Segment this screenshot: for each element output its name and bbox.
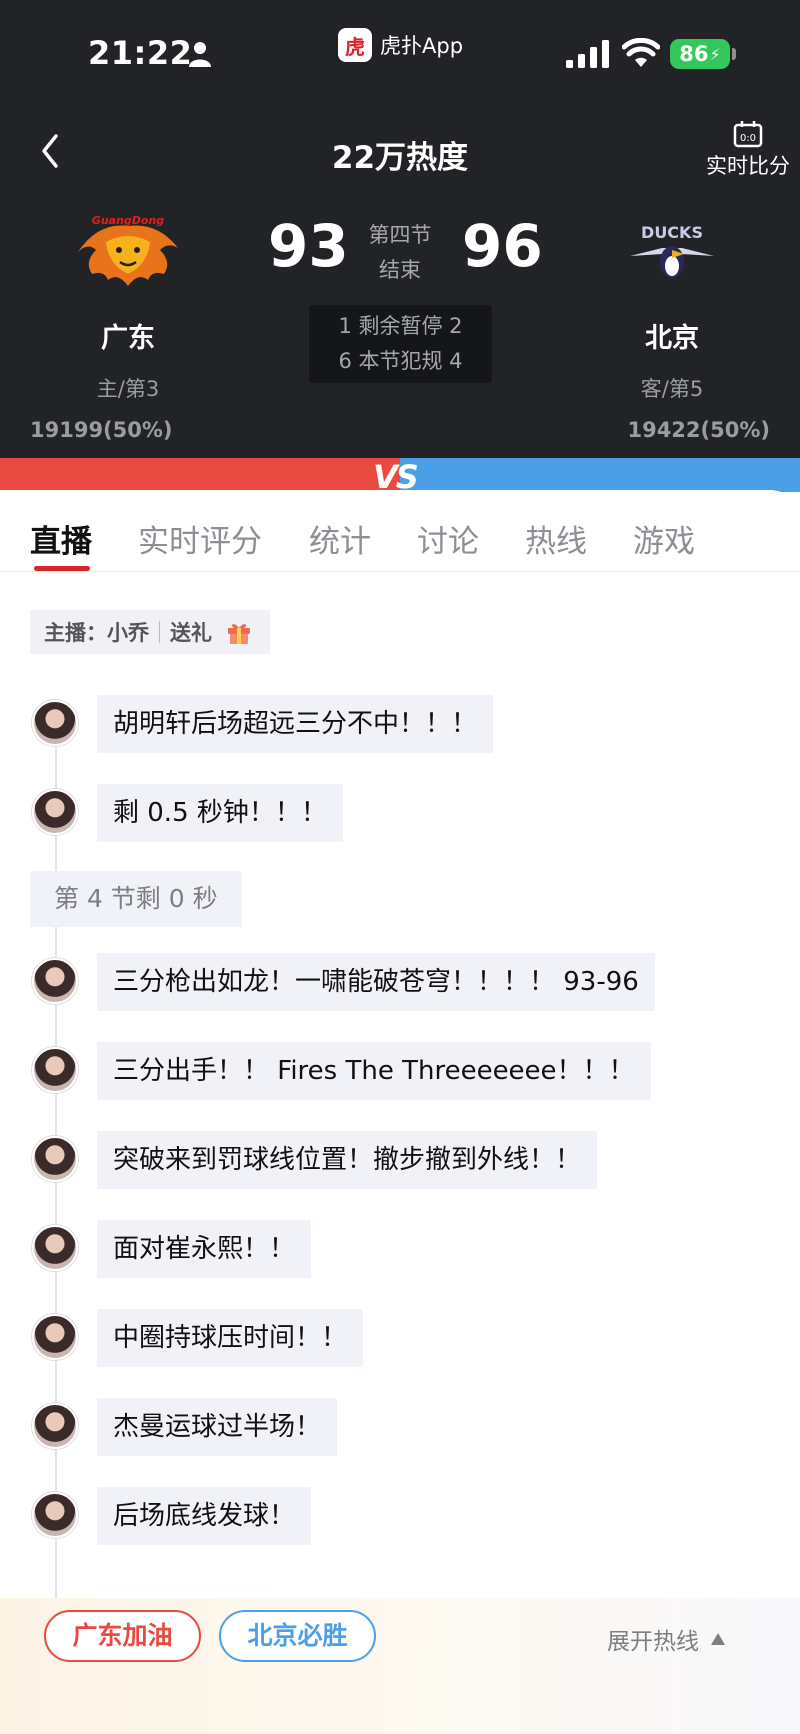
feed-message: 剩 0.5 秒钟！！！ — [0, 784, 800, 843]
period-marker: 第 4 节剩 0 秒 — [30, 871, 242, 927]
charging-bolt-icon: ⚡ — [709, 44, 721, 64]
status-bar: 21:22 虎 虎扑App 86 ⚡ — [0, 0, 800, 100]
home-support-bar — [0, 458, 400, 492]
timeouts-fouls-box: 1 剩余暂停 2 6 本节犯规 4 — [309, 305, 492, 383]
message-bubble: 胡明轩后场超远三分不中！！！ — [97, 695, 494, 753]
message-bubble: 剩 0.5 秒钟！！！ — [97, 784, 343, 842]
wifi-icon — [622, 38, 660, 67]
cheer-home-button[interactable]: 广东加油 — [44, 1610, 201, 1662]
content-panel: 直播 实时评分 统计 讨论 热线 游戏 — [0, 490, 800, 1734]
period-label: 第四节 — [368, 223, 432, 247]
host-avatar — [32, 1047, 78, 1093]
tab-stats[interactable]: 统计 — [309, 516, 371, 561]
home-score: 93 — [268, 212, 349, 280]
tab-bar: 直播 实时评分 统计 讨论 热线 游戏 — [0, 490, 800, 572]
active-tab-indicator — [34, 566, 90, 571]
host-separator — [159, 621, 160, 643]
host-bar[interactable]: 主播：小乔 送礼 — [30, 610, 270, 654]
guangdong-tiger-logo-icon: GuangDong — [78, 214, 178, 286]
feed-message: 突破来到罚球线位置！撤步撤到外线！！ — [0, 1131, 800, 1190]
tab-live[interactable]: 直播 — [30, 516, 92, 561]
app-badge: 虎 虎扑App — [338, 28, 463, 62]
away-team-rank: 客/第5 — [640, 377, 704, 401]
message-bubble: 面对崔永熙！！ — [97, 1220, 312, 1278]
person-icon — [189, 42, 211, 67]
status-time: 21:22 — [88, 34, 193, 72]
svg-text:0:0: 0:0 — [740, 133, 756, 144]
away-support-count: 19422(50%) — [627, 418, 770, 442]
feed-message: 后场底线发球！ — [0, 1487, 800, 1546]
feed-message: 三分出手！！ Fires The Threeeeeee！！！ — [0, 1042, 800, 1101]
app-name: 虎扑App — [380, 34, 464, 58]
page-title: 22万热度 — [331, 140, 469, 176]
message-bubble: 中圈持球压时间！！ — [97, 1309, 364, 1367]
host-avatar — [32, 1136, 78, 1182]
host-label: 主播：小乔 — [44, 621, 149, 645]
support-vs-bar: VS — [0, 458, 800, 492]
host-avatar — [32, 700, 78, 746]
live-score-button[interactable]: 0:0 实时比分 — [700, 120, 796, 180]
host-avatar — [32, 789, 78, 835]
battery-cap — [732, 48, 736, 60]
battery-indicator: 86 ⚡ — [670, 39, 730, 69]
feed-message: 胡明轩后场超远三分不中！！！ — [0, 695, 800, 754]
timeouts-line: 1 剩余暂停 2 — [338, 314, 463, 338]
host-avatar — [32, 1225, 78, 1271]
host-avatar — [32, 1403, 78, 1449]
expand-hotline-button[interactable]: 展开热线 — [607, 1622, 725, 1656]
feed-message: 中圈持球压时间！！ — [0, 1309, 800, 1368]
tab-games[interactable]: 游戏 — [633, 516, 695, 561]
away-support-bar — [400, 458, 800, 492]
cheer-away-button[interactable]: 北京必胜 — [219, 1610, 376, 1662]
message-bubble: 三分枪出如龙！一啸能破苍穹！！！！ 93-96 — [97, 953, 655, 1011]
gift-icon[interactable] — [226, 619, 252, 645]
message-bubble: 后场底线发球！ — [97, 1487, 312, 1545]
away-team-name: 北京 — [645, 323, 699, 354]
fouls-line: 6 本节犯规 4 — [338, 349, 463, 373]
app-logo-icon: 虎 — [338, 28, 372, 62]
vs-label: VS — [373, 458, 419, 492]
feed-message: 杰曼运球过半场！ — [0, 1398, 800, 1457]
tab-hotline[interactable]: 热线 — [525, 516, 587, 561]
feed-message: 面对崔永熙！！ — [0, 1220, 800, 1279]
message-bubble: 突破来到罚球线位置！撤步撤到外线！！ — [97, 1131, 598, 1189]
match-header: 21:22 虎 虎扑App 86 ⚡ 22万热度 0:0 实时比分 GuangD… — [0, 0, 800, 458]
away-score: 96 — [462, 212, 543, 280]
feed-message: 三分枪出如龙！一啸能破苍穹！！！！ 93-96 — [0, 953, 800, 1012]
bottom-action-bar: 广东加油 北京必胜 展开热线 — [0, 1598, 800, 1734]
game-status: 结束 — [379, 258, 421, 282]
game-period: 第四节 结束 — [350, 218, 450, 288]
tab-discussion[interactable]: 讨论 — [417, 516, 479, 561]
home-support-count: 19199(50%) — [30, 418, 173, 442]
battery-level: 86 — [679, 42, 709, 66]
scoreboard-icon: 0:0 — [733, 121, 763, 148]
svg-text:GuangDong: GuangDong — [92, 214, 165, 227]
triangle-up-icon — [711, 1633, 725, 1645]
beijing-ducks-logo-icon: DUCKS — [630, 223, 714, 278]
expand-hotline-label: 展开热线 — [607, 1629, 699, 1655]
svg-text:DUCKS: DUCKS — [641, 223, 703, 242]
tab-ratings[interactable]: 实时评分 — [138, 516, 262, 561]
host-avatar — [32, 1492, 78, 1538]
away-team[interactable]: DUCKS 北京 客/第5 — [592, 212, 752, 403]
home-team-rank: 主/第3 — [96, 377, 160, 401]
live-score-label: 实时比分 — [706, 154, 790, 178]
cellular-signal-icon — [566, 40, 609, 68]
home-team-name: 广东 — [101, 323, 155, 354]
message-bubble: 杰曼运球过半场！ — [97, 1398, 338, 1456]
gift-label[interactable]: 送礼 — [170, 617, 212, 647]
host-avatar — [32, 958, 78, 1004]
host-avatar — [32, 1314, 78, 1360]
home-team[interactable]: GuangDong 广东 主/第3 — [48, 212, 208, 403]
message-bubble: 三分出手！！ Fires The Threeeeeee！！！ — [97, 1042, 651, 1100]
